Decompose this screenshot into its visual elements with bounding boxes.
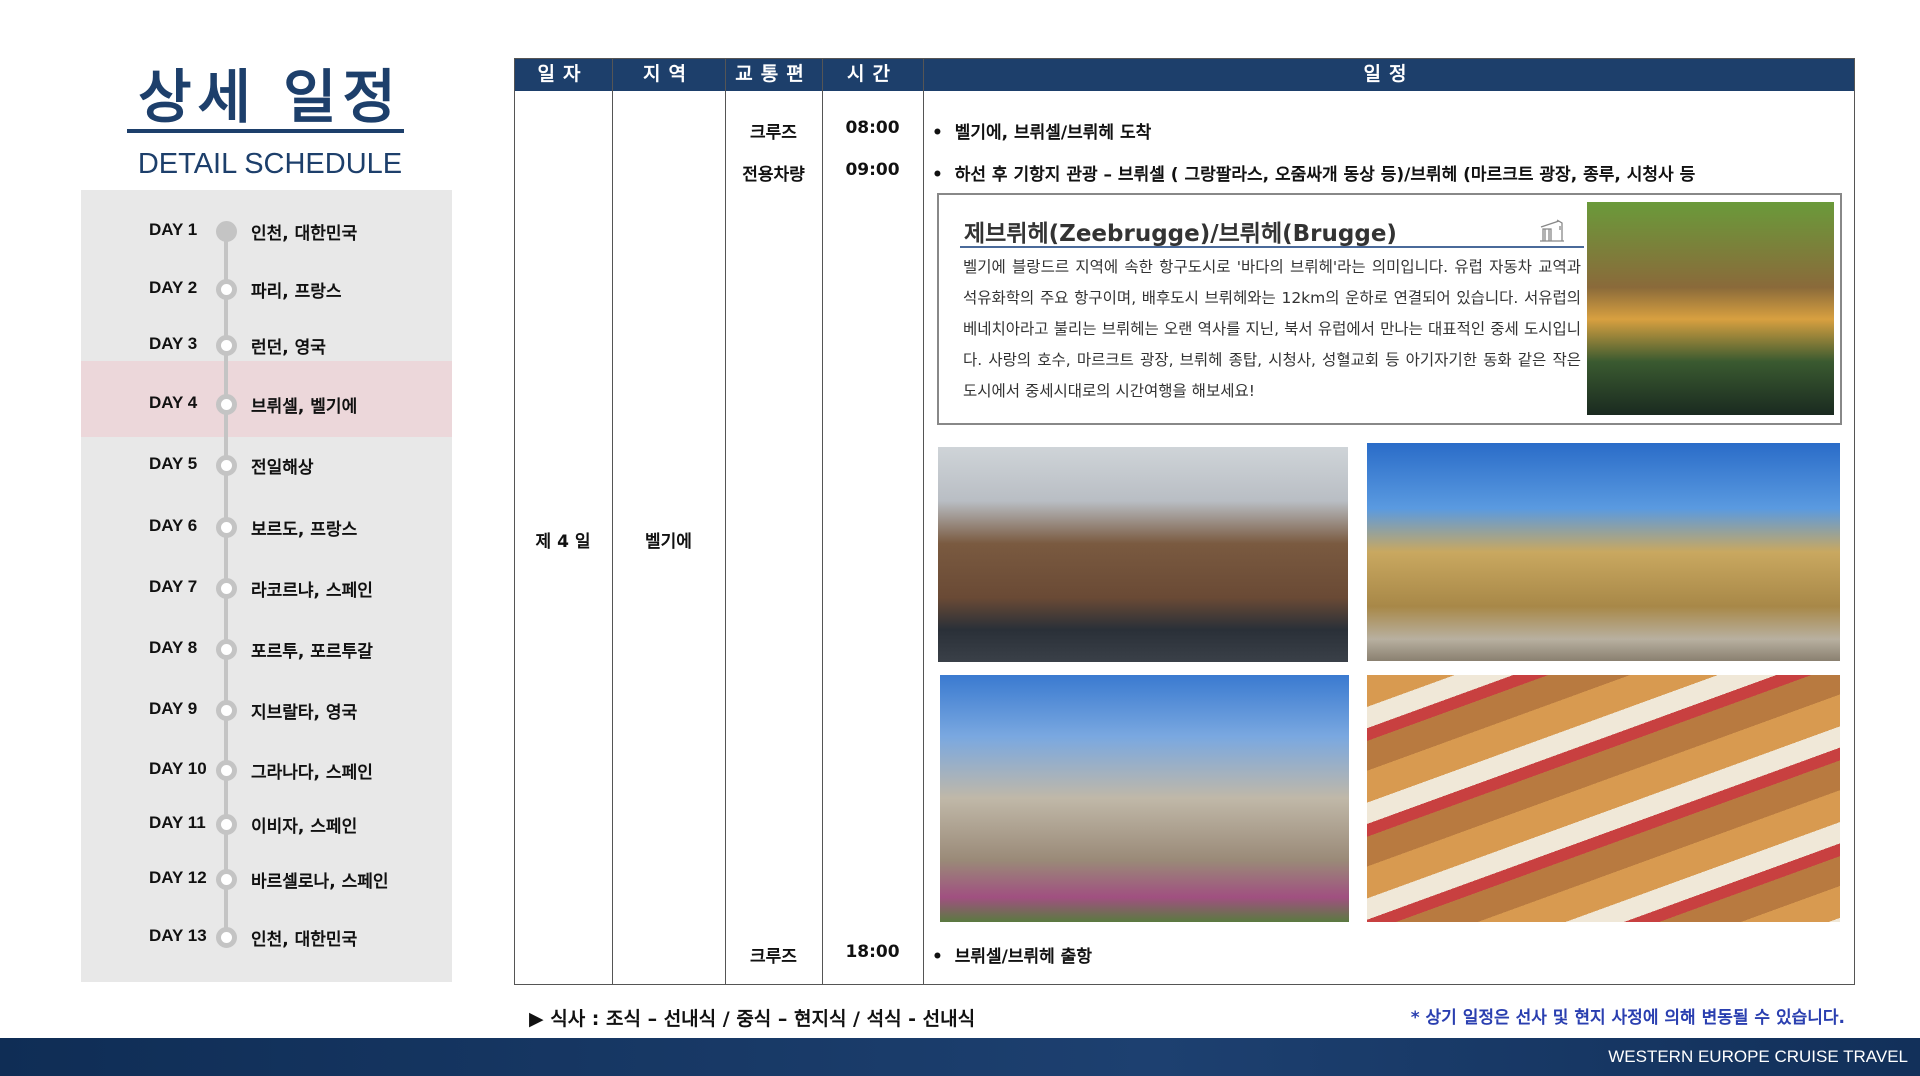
day-item-2[interactable]: DAY 2 파리, 프랑스 — [0, 274, 452, 304]
day-place: 그라나다, 스페인 — [251, 763, 373, 783]
day-cell: 제 4 일 — [535, 532, 591, 552]
time-cell: 09:00 — [845, 160, 900, 180]
day-label: DAY 5 — [149, 454, 198, 473]
destination-title-underline — [960, 246, 1584, 248]
day-item-8[interactable]: DAY 8 포르투, 포르투갈 — [0, 634, 452, 664]
day-label: DAY 11 — [149, 813, 206, 832]
day-item-9[interactable]: DAY 9 지브랄타, 영국 — [0, 695, 452, 725]
day-label: DAY 6 — [149, 516, 198, 535]
schedule-item: • 하선 후 기항지 관광 – 브뤼셀 ( 그랑팔라스, 오줌싸개 동상 등)/… — [932, 160, 1695, 185]
day-place: 인천, 대한민국 — [251, 930, 358, 950]
day-place: 포르투, 포르투갈 — [251, 642, 373, 662]
day-item-7[interactable]: DAY 7 라코르냐, 스페인 — [0, 573, 452, 603]
day-place: 파리, 프랑스 — [251, 282, 342, 302]
transport-cell: 전용차량 — [742, 165, 805, 185]
column-divider — [612, 58, 613, 985]
day-item-6[interactable]: DAY 6 보르도, 프랑스 — [0, 512, 452, 542]
destination-description: 벨기에 블랑드르 지역에 속한 항구도시로 '바다의 브뤼헤'라는 의미입니다.… — [963, 258, 1581, 400]
page-title: 상세 일정 — [138, 63, 402, 131]
schedule-change-note: * 상기 일정은 선사 및 현지 사정에 의해 변동될 수 있습니다. — [1410, 1008, 1845, 1028]
day-place: 보르도, 프랑스 — [251, 520, 358, 540]
belgian-waffles-photo — [1367, 675, 1840, 922]
bruges-canal-photo — [1587, 202, 1834, 415]
timeline-dot-icon — [216, 335, 237, 356]
day-label: DAY 3 — [149, 334, 198, 353]
title-underline — [127, 129, 404, 133]
day-label: DAY 1 — [149, 220, 198, 239]
day-place: 라코르냐, 스페인 — [251, 581, 373, 601]
day-label: DAY 10 — [149, 759, 207, 778]
schedule-item: • 브뤼셀/브뤼헤 출항 — [932, 942, 1092, 967]
column-divider — [822, 58, 823, 985]
day-label: DAY 12 — [149, 868, 207, 887]
column-divider — [725, 58, 726, 985]
bruges-buildings-photo — [938, 447, 1348, 662]
timeline-dot-icon — [216, 517, 237, 538]
schedule-text: 브뤼셀/브뤼헤 출항 — [954, 947, 1092, 967]
day-label: DAY 13 — [149, 926, 207, 945]
day-label: DAY 8 — [149, 638, 198, 657]
bullet: • — [932, 123, 943, 143]
column-divider — [923, 58, 924, 985]
timeline-dot-icon — [216, 221, 237, 242]
day-place: 전일해상 — [251, 458, 314, 478]
schedule-item: • 벨기에, 브뤼셀/브뤼헤 도착 — [932, 118, 1151, 143]
page-subtitle: DETAIL SCHEDULE — [137, 148, 403, 180]
timeline-dot-icon — [216, 279, 237, 300]
timeline-dot-icon — [216, 927, 237, 948]
region-cell: 벨기에 — [645, 532, 692, 552]
bullet: • — [932, 947, 943, 967]
day-place: 인천, 대한민국 — [251, 224, 358, 244]
transport-cell: 크루즈 — [750, 123, 797, 143]
brussels-square-lamp-photo — [940, 675, 1349, 922]
day-place: 바르셀로나, 스페인 — [251, 872, 389, 892]
timeline-dot-icon — [216, 639, 237, 660]
day-item-13[interactable]: DAY 13 인천, 대한민국 — [0, 922, 452, 952]
day-item-4[interactable]: DAY 4 브뤼셀, 벨기에 — [0, 389, 452, 419]
time-cell: 08:00 — [845, 118, 900, 138]
footer-brand: WESTERN EUROPE CRUISE TRAVEL — [1608, 1047, 1908, 1066]
schedule-text: 하선 후 기항지 관광 – 브뤼셀 ( 그랑팔라스, 오줌싸개 동상 등)/브뤼… — [954, 165, 1696, 185]
day-item-1[interactable]: DAY 1 인천, 대한민국 — [0, 216, 452, 246]
time-cell: 18:00 — [845, 942, 900, 962]
day-item-11[interactable]: DAY 11 이비자, 스페인 — [0, 809, 452, 839]
grand-place-photo — [1367, 443, 1840, 661]
day-label: DAY 9 — [149, 699, 198, 718]
day-item-5[interactable]: DAY 5 전일해상 — [0, 450, 452, 480]
day-place: 지브랄타, 영국 — [251, 703, 358, 723]
timeline-dot-icon — [216, 394, 237, 415]
day-item-10[interactable]: DAY 10 그라나다, 스페인 — [0, 755, 452, 785]
timeline-dot-icon — [216, 869, 237, 890]
timeline-dot-icon — [216, 814, 237, 835]
day-place: 브뤼셀, 벨기에 — [251, 397, 358, 417]
transport-cell: 크루즈 — [750, 947, 797, 967]
destination-title: 제브뤼헤(Zeebrugge)/브뤼헤(Brugge) — [964, 221, 1397, 247]
day-item-12[interactable]: DAY 12 바르셀로나, 스페인 — [0, 864, 452, 894]
day-place: 런던, 영국 — [251, 338, 326, 358]
timeline-dot-icon — [216, 700, 237, 721]
day-item-3[interactable]: DAY 3 런던, 영국 — [0, 330, 452, 360]
timeline-dot-icon — [216, 455, 237, 476]
oil-pump-icon — [1540, 219, 1564, 242]
schedule-text: 벨기에, 브뤼셀/브뤼헤 도착 — [954, 123, 1152, 143]
meal-info: ▶ 식사 : 조식 – 선내식 / 중식 – 현지식 / 석식 - 선내식 — [529, 1008, 976, 1030]
bullet: • — [932, 165, 943, 185]
day-label: DAY 2 — [149, 278, 198, 297]
day-label: DAY 4 — [149, 393, 198, 412]
timeline-dot-icon — [216, 578, 237, 599]
timeline-dot-icon — [216, 760, 237, 781]
day-place: 이비자, 스페인 — [251, 817, 358, 837]
day-label: DAY 7 — [149, 577, 198, 596]
